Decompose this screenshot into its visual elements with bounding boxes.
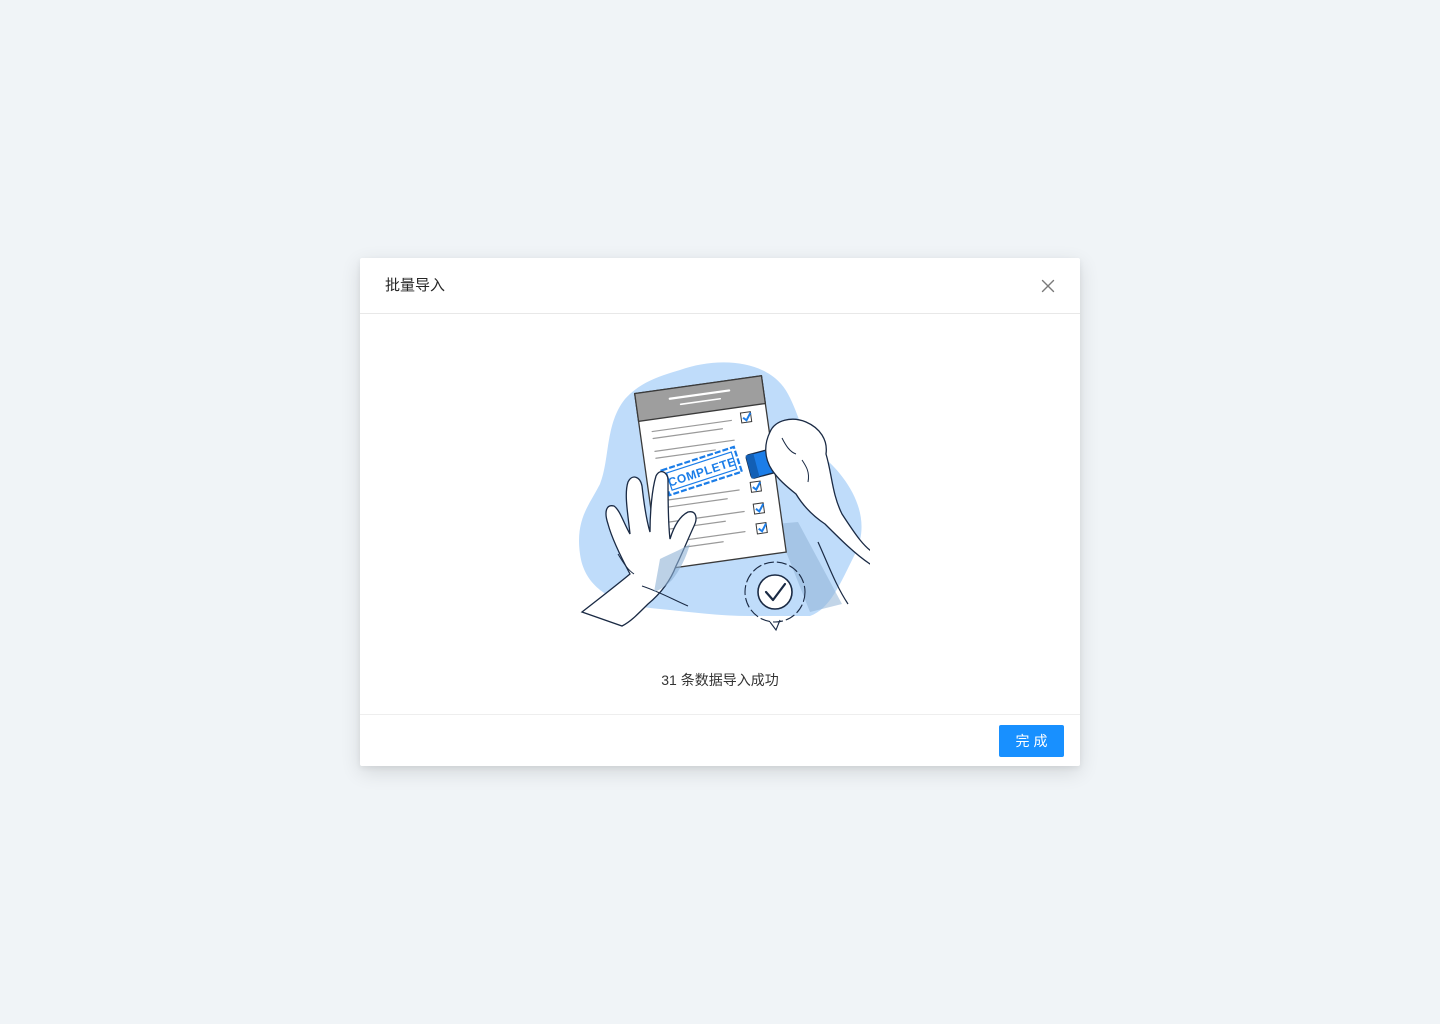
dialog-body: COMPLETE 31 条数据导入成功 — [360, 314, 1080, 714]
batch-import-dialog: 批量导入 COMPLETE 31 条数据导入成功 完成 — [360, 258, 1080, 766]
dialog-header: 批量导入 — [360, 258, 1080, 314]
dialog-title: 批量导入 — [385, 277, 446, 294]
import-success-illustration: COMPLETE — [570, 354, 877, 634]
import-result-message: 31 条数据导入成功 — [661, 672, 779, 688]
dialog-footer: 完成 — [360, 714, 1080, 766]
close-icon[interactable] — [1036, 274, 1060, 298]
done-button[interactable]: 完成 — [999, 725, 1064, 757]
